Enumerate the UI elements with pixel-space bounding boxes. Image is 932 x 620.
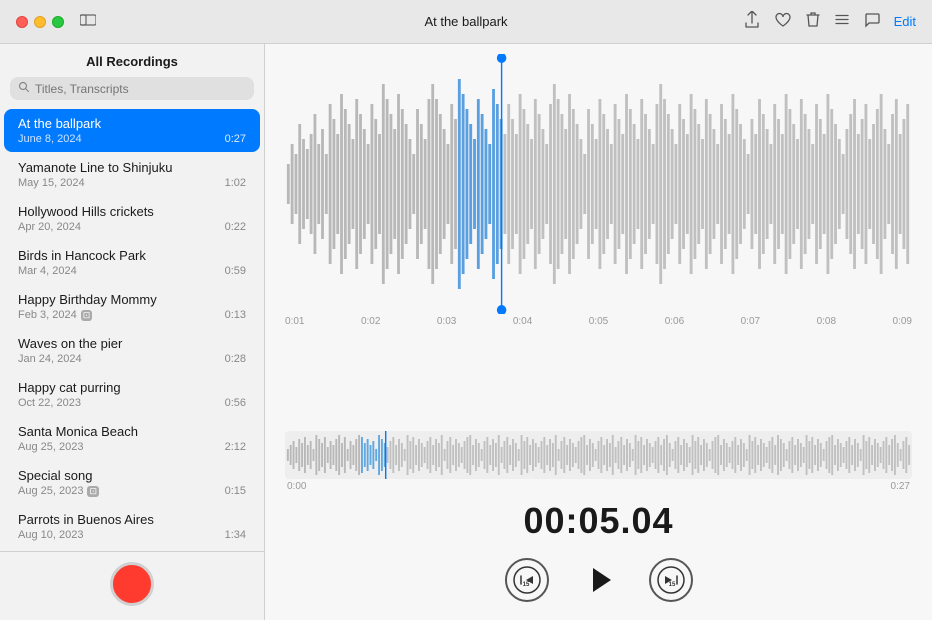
speech-bubble-icon[interactable] <box>864 12 880 32</box>
recording-meta: Oct 22, 2023 <box>18 397 81 409</box>
titlebar-actions: Edit <box>744 11 916 33</box>
recording-meta: Feb 3, 2024⊡ <box>18 309 92 321</box>
recording-title: Happy cat purring <box>18 380 246 395</box>
search-bar[interactable] <box>10 77 254 100</box>
waveform-canvas <box>285 54 912 314</box>
recording-duration: 0:22 <box>225 221 246 233</box>
recording-title: Yamanote Line to Shinjuku <box>18 160 246 175</box>
svg-text:15: 15 <box>522 582 529 588</box>
sidebar-toggle-button[interactable] <box>80 13 96 31</box>
time-label-6: 0:06 <box>665 316 684 327</box>
list-icon[interactable] <box>834 13 850 30</box>
timeline-labels: 0:01 0:02 0:03 0:04 0:05 0:06 0:07 0:08 … <box>285 316 912 327</box>
recording-duration: 0:15 <box>225 485 246 497</box>
recording-item-yamanote-line[interactable]: Yamanote Line to Shinjuku May 15, 2024 1:0… <box>4 153 260 196</box>
share-icon[interactable] <box>744 11 760 33</box>
recording-meta: May 15, 2024 <box>18 177 85 189</box>
skip-back-button[interactable]: 15 <box>505 558 549 602</box>
favorite-icon[interactable] <box>774 12 792 32</box>
recording-title: Parrots in Buenos Aires <box>18 512 246 527</box>
transcript-badge-icon: ⊡ <box>81 310 93 321</box>
mini-time-start: 0:00 <box>287 481 306 492</box>
recording-item-happy-birthday[interactable]: Happy Birthday Mommy Feb 3, 2024⊡ 0:13 <box>4 285 260 328</box>
titlebar-left <box>16 13 96 31</box>
svg-text:15: 15 <box>668 582 675 588</box>
recording-meta: Aug 10, 2023 <box>18 529 83 541</box>
recording-meta: Jan 24, 2024 <box>18 353 82 365</box>
recording-item-santa-monica[interactable]: Santa Monica Beach Aug 25, 2023 2:12 <box>4 417 260 460</box>
mini-time-end: 0:27 <box>891 481 910 492</box>
recording-item-at-the-ballpark[interactable]: At the ballpark June 8, 2024 0:27 <box>4 109 260 152</box>
window-title: At the ballpark <box>424 14 507 29</box>
record-button[interactable] <box>110 562 154 606</box>
mini-timeline-labels: 0:00 0:27 <box>285 481 912 492</box>
time-label-4: 0:04 <box>513 316 532 327</box>
close-button[interactable] <box>16 16 28 28</box>
recording-meta: Mar 4, 2024 <box>18 265 77 277</box>
mini-waveform-section[interactable]: 0:00 0:27 <box>265 423 932 496</box>
main-content: 0:01 0:02 0:03 0:04 0:05 0:06 0:07 0:08 … <box>265 44 932 620</box>
recording-item-special-song[interactable]: Special song Aug 25, 2023⊡ 0:15 <box>4 461 260 504</box>
recording-title: Special song <box>18 468 246 483</box>
recording-duration: 2:12 <box>225 441 246 453</box>
playback-controls: 15 15 <box>265 550 932 620</box>
time-label-3: 0:03 <box>437 316 456 327</box>
recording-duration: 0:59 <box>225 265 246 277</box>
recording-title: Santa Monica Beach <box>18 424 246 439</box>
recording-duration: 0:56 <box>225 397 246 409</box>
recording-duration: 0:27 <box>225 133 246 145</box>
recording-duration: 0:28 <box>225 353 246 365</box>
sidebar-bottom <box>0 551 264 620</box>
recording-title: At the ballpark <box>18 116 246 131</box>
recording-item-parrots-buenos-aires[interactable]: Parrots in Buenos Aires Aug 10, 2023 1:34 <box>4 505 260 548</box>
time-display: 00:05.04 <box>265 500 932 542</box>
time-label-7: 0:07 <box>741 316 760 327</box>
recordings-list: At the ballpark June 8, 2024 0:27 Yamanote … <box>0 108 264 551</box>
minimize-button[interactable] <box>34 16 46 28</box>
recording-item-happy-cat[interactable]: Happy cat purring Oct 22, 2023 0:56 <box>4 373 260 416</box>
main-layout: All Recordings At the ballpark June 8, 20… <box>0 44 932 620</box>
recording-item-waves-pier[interactable]: Waves on the pier Jan 24, 2024 0:28 <box>4 329 260 372</box>
traffic-lights <box>16 16 64 28</box>
recording-title: Hollywood Hills crickets <box>18 204 246 219</box>
recording-meta: Apr 20, 2024 <box>18 221 81 233</box>
time-label-9: 0:09 <box>893 316 912 327</box>
time-label-8: 0:08 <box>817 316 836 327</box>
recording-item-birds-hancock[interactable]: Birds in Hancock Park Mar 4, 2024 0:59 <box>4 241 260 284</box>
recording-duration: 0:13 <box>225 309 246 321</box>
titlebar: At the ballpark Edit <box>0 0 932 44</box>
recording-meta: Aug 25, 2023⊡ <box>18 485 99 497</box>
trash-icon[interactable] <box>806 11 820 32</box>
transcript-badge-icon: ⊡ <box>87 486 99 497</box>
recording-item-hollywood-hills[interactable]: Hollywood Hills crickets Apr 20, 2024 0:22 <box>4 197 260 240</box>
recording-duration: 1:34 <box>225 529 246 541</box>
recording-title: Waves on the pier <box>18 336 246 351</box>
recording-title: Birds in Hancock Park <box>18 248 246 263</box>
recording-meta: June 8, 2024 <box>18 133 82 145</box>
main-waveform-area[interactable]: 0:01 0:02 0:03 0:04 0:05 0:06 0:07 0:08 … <box>265 44 932 423</box>
mini-waveform[interactable] <box>285 431 912 479</box>
search-input[interactable] <box>35 82 246 96</box>
recording-duration: 1:02 <box>225 177 246 189</box>
search-icon <box>18 81 30 96</box>
edit-button[interactable]: Edit <box>894 14 916 29</box>
waveform-svg <box>285 54 912 314</box>
skip-forward-button[interactable]: 15 <box>649 558 693 602</box>
maximize-button[interactable] <box>52 16 64 28</box>
time-label-2: 0:02 <box>361 316 380 327</box>
time-label-1: 0:01 <box>285 316 304 327</box>
sidebar: All Recordings At the ballpark June 8, 20… <box>0 44 265 620</box>
recording-title: Happy Birthday Mommy <box>18 292 246 307</box>
sidebar-header: All Recordings <box>0 44 264 77</box>
play-button[interactable] <box>577 558 621 602</box>
recording-meta: Aug 25, 2023 <box>18 441 83 453</box>
time-label-5: 0:05 <box>589 316 608 327</box>
mini-waveform-svg <box>285 431 912 479</box>
